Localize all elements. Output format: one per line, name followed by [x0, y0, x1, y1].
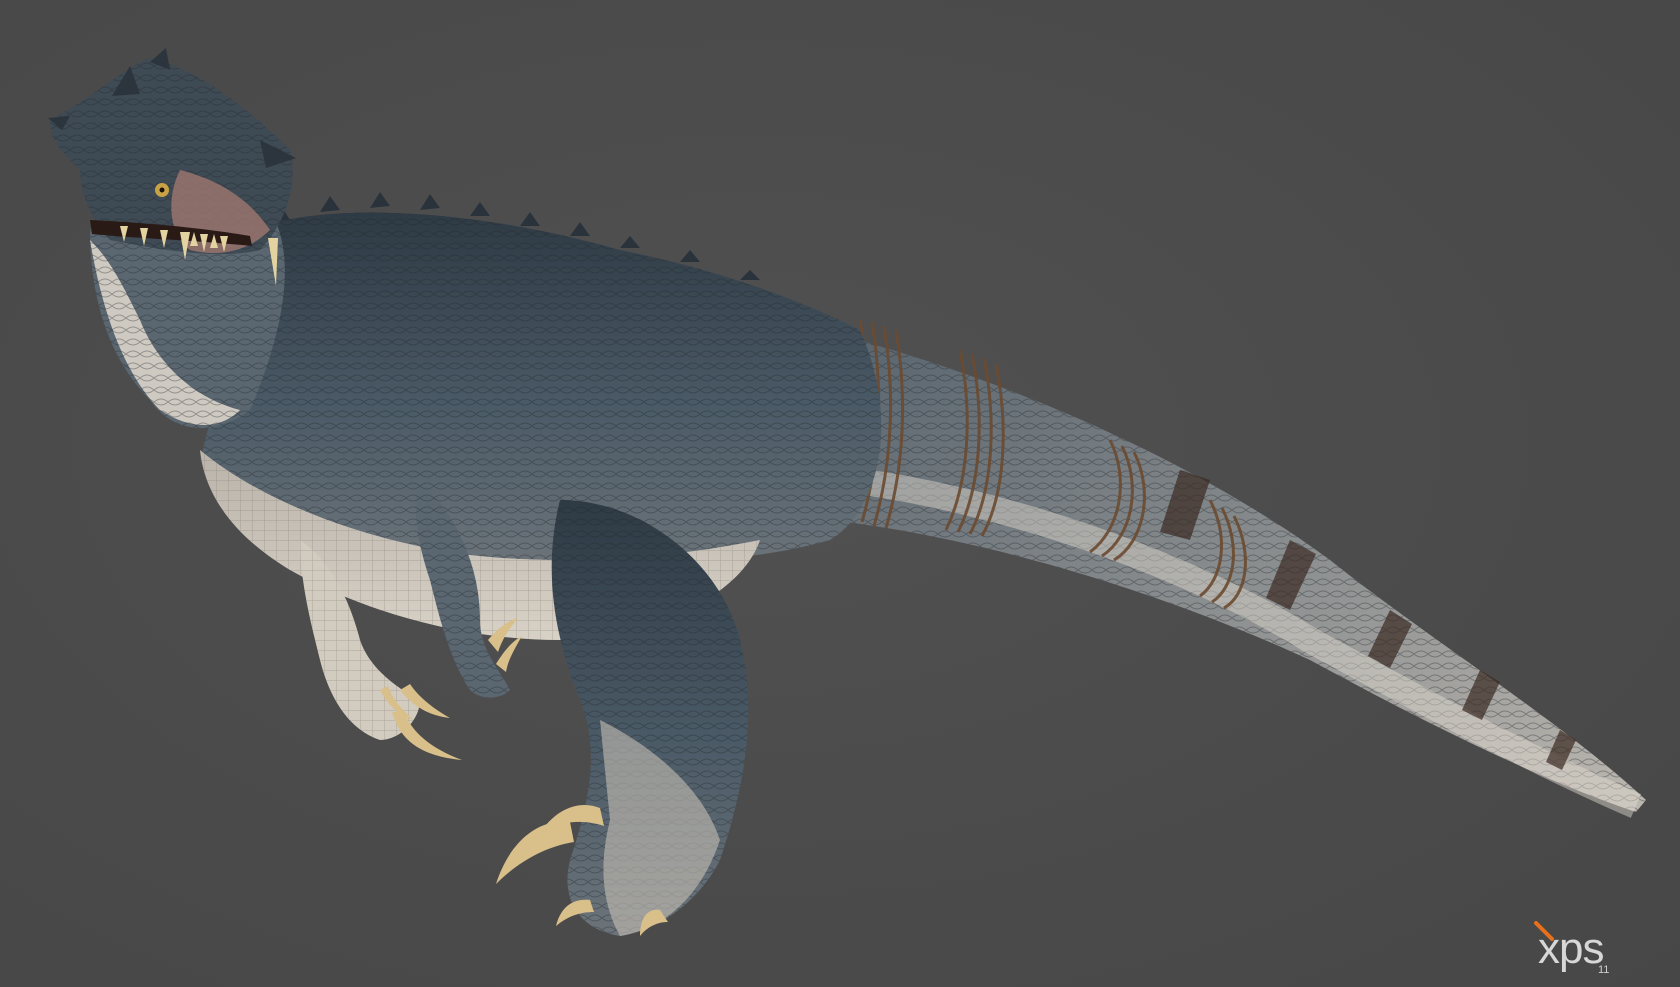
watermark-version: 11 — [1598, 964, 1609, 976]
xps-watermark: xps 11 — [1528, 915, 1658, 977]
watermark-logo-text: xps — [1538, 924, 1603, 973]
3d-viewport[interactable]: xps 11 — [0, 0, 1680, 987]
dinosaur-model[interactable] — [0, 0, 1680, 987]
